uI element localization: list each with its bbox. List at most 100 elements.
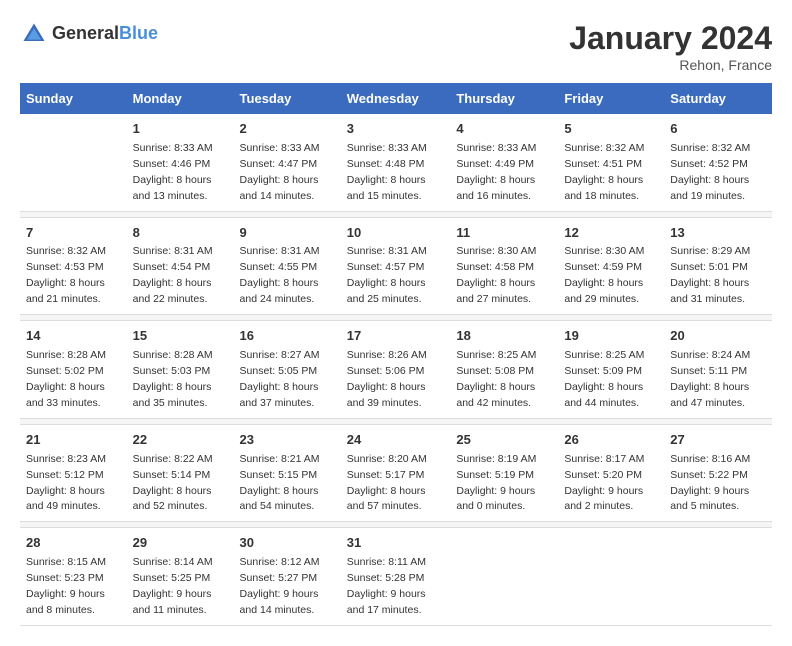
logo-general: GeneralBlue [52,24,158,44]
day-info: Sunrise: 8:32 AMSunset: 4:52 PMDaylight:… [670,142,750,202]
day-info: Sunrise: 8:28 AMSunset: 5:03 PMDaylight:… [133,349,213,409]
day-number: 15 [133,327,228,346]
day-cell: 15 Sunrise: 8:28 AMSunset: 5:03 PMDayligh… [127,321,234,419]
day-info: Sunrise: 8:22 AMSunset: 5:14 PMDaylight:… [133,453,213,513]
day-cell: 23 Sunrise: 8:21 AMSunset: 5:15 PMDayligh… [234,424,341,522]
day-info: Sunrise: 8:17 AMSunset: 5:20 PMDaylight:… [564,453,644,513]
logo: GeneralBlue [20,20,158,48]
day-number: 1 [133,120,228,139]
day-cell: 10 Sunrise: 8:31 AMSunset: 4:57 PMDayligh… [341,217,451,315]
day-number: 7 [26,224,121,243]
day-cell [450,528,558,626]
page-location: Rehon, France [569,57,772,73]
day-info: Sunrise: 8:32 AMSunset: 4:51 PMDaylight:… [564,142,644,202]
day-number: 5 [564,120,658,139]
week-row-3: 14 Sunrise: 8:28 AMSunset: 5:02 PMDayligh… [20,321,772,419]
day-cell [558,528,664,626]
page-title: January 2024 [569,20,772,57]
day-number: 21 [26,431,121,450]
day-cell: 17 Sunrise: 8:26 AMSunset: 5:06 PMDayligh… [341,321,451,419]
day-cell: 11 Sunrise: 8:30 AMSunset: 4:58 PMDayligh… [450,217,558,315]
day-info: Sunrise: 8:11 AMSunset: 5:28 PMDaylight:… [347,556,426,616]
day-info: Sunrise: 8:31 AMSunset: 4:55 PMDaylight:… [240,245,320,305]
day-number: 27 [670,431,766,450]
day-cell: 13 Sunrise: 8:29 AMSunset: 5:01 PMDayligh… [664,217,772,315]
day-number: 6 [670,120,766,139]
day-info: Sunrise: 8:32 AMSunset: 4:53 PMDaylight:… [26,245,106,305]
col-friday: Friday [558,83,664,114]
day-info: Sunrise: 8:20 AMSunset: 5:17 PMDaylight:… [347,453,427,513]
calendar-table: Sunday Monday Tuesday Wednesday Thursday… [20,83,772,626]
day-info: Sunrise: 8:33 AMSunset: 4:48 PMDaylight:… [347,142,427,202]
week-row-2: 7 Sunrise: 8:32 AMSunset: 4:53 PMDaylight… [20,217,772,315]
week-row-5: 28Sunrise: 8:15 AMSunset: 5:23 PMDayligh… [20,528,772,626]
day-number: 30 [240,534,335,553]
page-header: GeneralBlue January 2024 Rehon, France [20,20,772,73]
day-info: Sunrise: 8:29 AMSunset: 5:01 PMDaylight:… [670,245,750,305]
day-cell: 27 Sunrise: 8:16 AMSunset: 5:22 PMDayligh… [664,424,772,522]
day-number: 9 [240,224,335,243]
day-info: Sunrise: 8:31 AMSunset: 4:54 PMDaylight:… [133,245,213,305]
day-number: 28 [26,534,121,553]
day-info: Sunrise: 8:30 AMSunset: 4:58 PMDaylight:… [456,245,536,305]
day-cell: 25Sunrise: 8:19 AMSunset: 5:19 PMDayligh… [450,424,558,522]
day-info: Sunrise: 8:26 AMSunset: 5:06 PMDaylight:… [347,349,427,409]
day-number: 14 [26,327,121,346]
day-cell: 24 Sunrise: 8:20 AMSunset: 5:17 PMDayligh… [341,424,451,522]
day-cell: 14 Sunrise: 8:28 AMSunset: 5:02 PMDayligh… [20,321,127,419]
day-cell: 22 Sunrise: 8:22 AMSunset: 5:14 PMDayligh… [127,424,234,522]
day-cell: 20 Sunrise: 8:24 AMSunset: 5:11 PMDayligh… [664,321,772,419]
day-cell: 18 Sunrise: 8:25 AMSunset: 5:08 PMDayligh… [450,321,558,419]
day-number: 23 [240,431,335,450]
day-info: Sunrise: 8:28 AMSunset: 5:02 PMDaylight:… [26,349,106,409]
day-info: Sunrise: 8:19 AMSunset: 5:19 PMDaylight:… [456,453,536,513]
logo-icon [20,20,48,48]
day-number: 3 [347,120,445,139]
day-number: 2 [240,120,335,139]
day-number: 13 [670,224,766,243]
day-number: 22 [133,431,228,450]
day-cell: 12Sunrise: 8:30 AMSunset: 4:59 PMDayligh… [558,217,664,315]
day-number: 8 [133,224,228,243]
col-sunday: Sunday [20,83,127,114]
day-info: Sunrise: 8:25 AMSunset: 5:08 PMDaylight:… [456,349,536,409]
day-cell: 6 Sunrise: 8:32 AMSunset: 4:52 PMDaylight… [664,114,772,211]
day-cell: 2 Sunrise: 8:33 AMSunset: 4:47 PMDaylight… [234,114,341,211]
day-number: 26 [564,431,658,450]
day-number: 24 [347,431,445,450]
day-number: 10 [347,224,445,243]
col-monday: Monday [127,83,234,114]
day-info: Sunrise: 8:23 AMSunset: 5:12 PMDaylight:… [26,453,106,513]
day-number: 4 [456,120,552,139]
day-info: Sunrise: 8:33 AMSunset: 4:47 PMDaylight:… [240,142,320,202]
day-cell: 1 Sunrise: 8:33 AMSunset: 4:46 PMDaylight… [127,114,234,211]
title-block: January 2024 Rehon, France [569,20,772,73]
day-number: 18 [456,327,552,346]
col-wednesday: Wednesday [341,83,451,114]
day-info: Sunrise: 8:30 AMSunset: 4:59 PMDaylight:… [564,245,644,305]
day-info: Sunrise: 8:16 AMSunset: 5:22 PMDaylight:… [670,453,750,513]
day-cell: 9 Sunrise: 8:31 AMSunset: 4:55 PMDaylight… [234,217,341,315]
day-info: Sunrise: 8:24 AMSunset: 5:11 PMDaylight:… [670,349,750,409]
day-cell: 21 Sunrise: 8:23 AMSunset: 5:12 PMDayligh… [20,424,127,522]
day-info: Sunrise: 8:25 AMSunset: 5:09 PMDaylight:… [564,349,644,409]
day-info: Sunrise: 8:21 AMSunset: 5:15 PMDaylight:… [240,453,320,513]
day-info: Sunrise: 8:33 AMSunset: 4:46 PMDaylight:… [133,142,213,202]
day-info: Sunrise: 8:31 AMSunset: 4:57 PMDaylight:… [347,245,427,305]
day-number: 20 [670,327,766,346]
day-number: 17 [347,327,445,346]
day-number: 11 [456,224,552,243]
col-tuesday: Tuesday [234,83,341,114]
calendar-header-row: Sunday Monday Tuesday Wednesday Thursday… [20,83,772,114]
day-cell [664,528,772,626]
week-row-4: 21 Sunrise: 8:23 AMSunset: 5:12 PMDayligh… [20,424,772,522]
day-cell: 3 Sunrise: 8:33 AMSunset: 4:48 PMDaylight… [341,114,451,211]
day-cell: 29Sunrise: 8:14 AMSunset: 5:25 PMDayligh… [127,528,234,626]
day-number: 16 [240,327,335,346]
day-number: 29 [133,534,228,553]
day-cell: 19Sunrise: 8:25 AMSunset: 5:09 PMDayligh… [558,321,664,419]
day-cell: 7 Sunrise: 8:32 AMSunset: 4:53 PMDaylight… [20,217,127,315]
day-cell: 8 Sunrise: 8:31 AMSunset: 4:54 PMDaylight… [127,217,234,315]
day-cell: 16Sunrise: 8:27 AMSunset: 5:05 PMDayligh… [234,321,341,419]
day-info: Sunrise: 8:33 AMSunset: 4:49 PMDaylight:… [456,142,536,202]
